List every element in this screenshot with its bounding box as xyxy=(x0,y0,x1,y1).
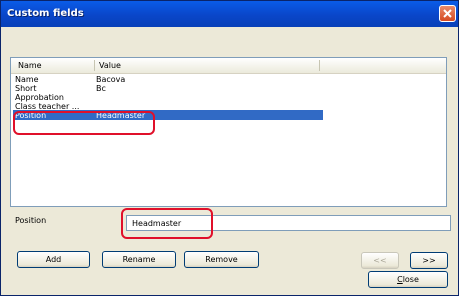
field-name: Name xyxy=(15,75,39,84)
list-item[interactable]: Name Bacova xyxy=(13,75,323,84)
list-item[interactable]: Short Bc xyxy=(13,84,323,93)
column-header-value[interactable]: Value xyxy=(99,61,121,70)
field-name: Approbation xyxy=(15,93,64,102)
list-item[interactable]: Approbation xyxy=(13,93,323,102)
field-value: Headmaster xyxy=(96,111,146,120)
list-header: Name Value xyxy=(11,58,446,74)
field-value: Bacova xyxy=(96,75,126,84)
close-label-rest: lose xyxy=(402,275,419,284)
list-item-selected[interactable]: Position Headmaster xyxy=(13,110,323,120)
title-bar[interactable]: Custom fields xyxy=(1,1,458,27)
custom-fields-list[interactable]: Name Value Name Bacova Short Bc Approbat… xyxy=(10,57,447,207)
column-header-name[interactable]: Name xyxy=(18,61,42,70)
column-divider[interactable] xyxy=(319,60,320,71)
column-divider[interactable] xyxy=(94,60,95,71)
close-window-button[interactable] xyxy=(439,5,456,22)
field-name: Position xyxy=(15,111,47,120)
field-value: Bc xyxy=(96,84,106,93)
remove-button[interactable]: Remove xyxy=(184,251,259,268)
field-value-input[interactable] xyxy=(126,215,451,231)
custom-fields-dialog: Custom fields Name Value Name Bacova Sho… xyxy=(0,0,459,296)
add-button[interactable]: Add xyxy=(17,251,90,268)
field-name: Short xyxy=(15,84,37,93)
close-button[interactable]: Close xyxy=(368,271,448,288)
previous-button[interactable]: << xyxy=(361,252,399,269)
window-title: Custom fields xyxy=(7,8,84,19)
rename-button[interactable]: Rename xyxy=(102,251,176,268)
close-icon xyxy=(443,9,452,18)
selected-field-label: Position xyxy=(15,216,47,225)
next-button[interactable]: >> xyxy=(410,252,448,269)
